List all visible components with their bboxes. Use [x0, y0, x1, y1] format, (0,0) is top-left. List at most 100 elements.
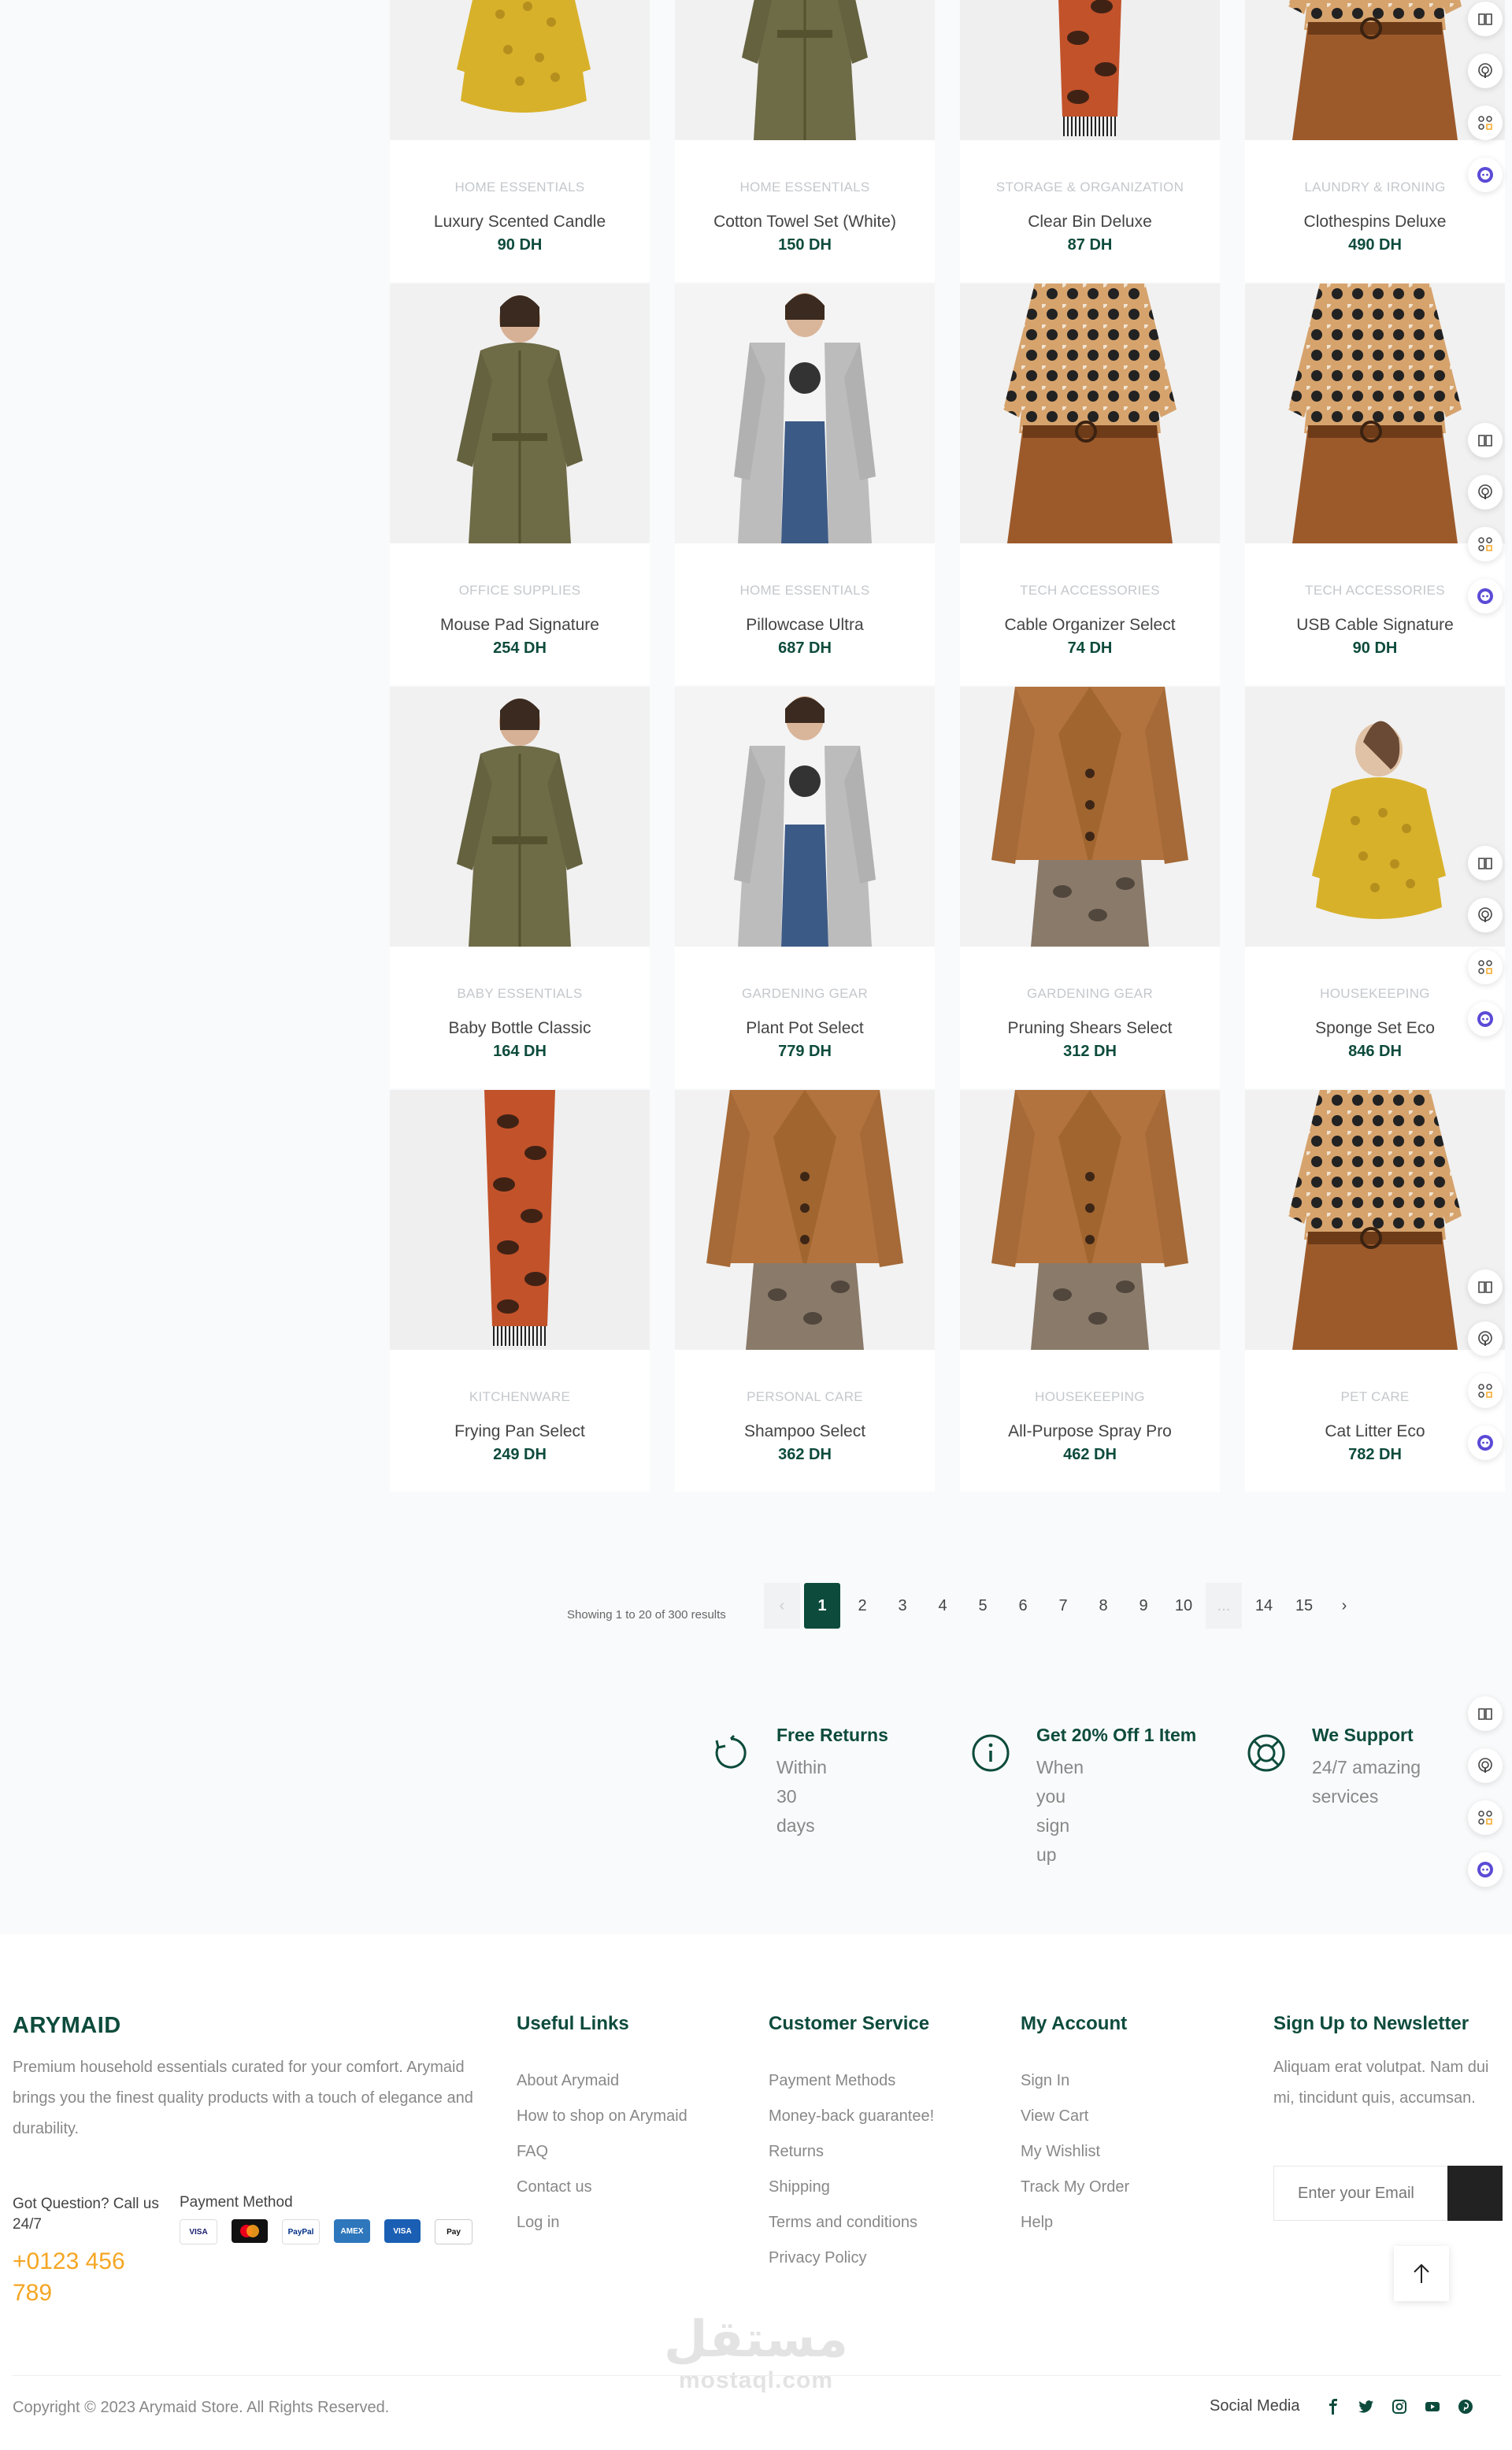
product-category[interactable]: GARDENING GEAR	[675, 986, 935, 1002]
product-image[interactable]	[960, 0, 1220, 140]
product-card[interactable]: GARDENING GEAR Plant Pot Select 779 DH	[675, 687, 935, 1088]
footer-link[interactable]: Payment Methods	[769, 2063, 934, 2099]
product-category[interactable]: HOUSEKEEPING	[960, 1389, 1220, 1405]
product-image[interactable]	[1245, 0, 1505, 140]
product-image[interactable]	[675, 687, 935, 947]
product-card[interactable]: PERSONAL CARE Shampoo Select 362 DH	[675, 1090, 935, 1492]
youtube-icon[interactable]	[1425, 2399, 1440, 2415]
apps-icon[interactable]	[1468, 1800, 1503, 1835]
product-image[interactable]	[1245, 284, 1505, 543]
product-card[interactable]: HOME ESSENTIALS Cotton Towel Set (White)…	[675, 0, 935, 282]
pagination-page-9[interactable]: 9	[1125, 1583, 1162, 1629]
facebook-icon[interactable]	[1325, 2398, 1341, 2415]
product-image[interactable]	[1245, 1090, 1505, 1350]
product-category[interactable]: TECH ACCESSORIES	[1245, 583, 1505, 599]
apps-icon[interactable]	[1468, 527, 1503, 562]
product-category[interactable]: TECH ACCESSORIES	[960, 583, 1220, 599]
product-card[interactable]: HOUSEKEEPING Sponge Set Eco 846 DH	[1245, 687, 1505, 1088]
product-category[interactable]: HOME ESSENTIALS	[675, 180, 935, 195]
product-category[interactable]: STORAGE & ORGANIZATION	[960, 180, 1220, 195]
product-title[interactable]: Plant Pot Select	[675, 1019, 935, 1038]
footer-link[interactable]: Track My Order	[1021, 2170, 1129, 2205]
footer-link[interactable]: About Arymaid	[517, 2063, 687, 2099]
apps-icon[interactable]	[1468, 106, 1503, 140]
bot-icon[interactable]	[1468, 158, 1503, 192]
footer-link[interactable]: View Cart	[1021, 2099, 1129, 2134]
book-icon[interactable]	[1468, 1269, 1503, 1304]
product-category[interactable]: HOUSEKEEPING	[1245, 986, 1505, 1002]
book-icon[interactable]	[1468, 2, 1503, 36]
book-icon[interactable]	[1468, 846, 1503, 880]
product-image[interactable]	[390, 284, 650, 543]
twitter-icon[interactable]	[1358, 2399, 1374, 2415]
bot-icon[interactable]	[1468, 1425, 1503, 1460]
podcast-icon[interactable]	[1468, 898, 1503, 932]
apps-icon[interactable]	[1468, 950, 1503, 984]
product-title[interactable]: Clear Bin Deluxe	[960, 213, 1220, 232]
product-title[interactable]: Mouse Pad Signature	[390, 616, 650, 635]
product-title[interactable]: Cable Organizer Select	[960, 616, 1220, 635]
product-category[interactable]: BABY ESSENTIALS	[390, 986, 650, 1002]
product-card[interactable]: HOME ESSENTIALS Pillowcase Ultra 687 DH	[675, 284, 935, 685]
product-title[interactable]: Shampoo Select	[675, 1422, 935, 1441]
product-card[interactable]: TECH ACCESSORIES Cable Organizer Select …	[960, 284, 1220, 685]
product-title[interactable]: Cat Litter Eco	[1245, 1422, 1505, 1441]
product-image[interactable]	[390, 0, 650, 140]
product-category[interactable]: GARDENING GEAR	[960, 986, 1220, 1002]
scroll-to-top-button[interactable]	[1394, 2246, 1449, 2301]
pagination-next-button[interactable]: ›	[1326, 1583, 1362, 1629]
product-title[interactable]: Pillowcase Ultra	[675, 616, 935, 635]
product-image[interactable]	[960, 1090, 1220, 1350]
product-title[interactable]: Frying Pan Select	[390, 1422, 650, 1441]
product-card[interactable]: GARDENING GEAR Pruning Shears Select 312…	[960, 687, 1220, 1088]
product-image[interactable]	[675, 284, 935, 543]
product-image[interactable]	[390, 1090, 650, 1350]
footer-link[interactable]: Privacy Policy	[769, 2241, 934, 2276]
footer-link[interactable]: My Wishlist	[1021, 2134, 1129, 2170]
footer-link[interactable]: Contact us	[517, 2170, 687, 2205]
product-category[interactable]: PERSONAL CARE	[675, 1389, 935, 1405]
product-image[interactable]	[675, 0, 935, 140]
product-category[interactable]: KITCHENWARE	[390, 1389, 650, 1405]
product-card[interactable]: BABY ESSENTIALS Baby Bottle Classic 164 …	[390, 687, 650, 1088]
footer-link[interactable]: How to shop on Arymaid	[517, 2099, 687, 2134]
product-category[interactable]: HOME ESSENTIALS	[675, 583, 935, 599]
footer-link[interactable]: Terms and conditions	[769, 2205, 934, 2241]
product-category[interactable]: HOME ESSENTIALS	[390, 180, 650, 195]
footer-link[interactable]: Sign In	[1021, 2063, 1129, 2099]
product-title[interactable]: Clothespins Deluxe	[1245, 213, 1505, 232]
product-image[interactable]	[960, 687, 1220, 947]
product-card[interactable]: PET CARE Cat Litter Eco 782 DH	[1245, 1090, 1505, 1492]
pagination-page-14[interactable]: 14	[1246, 1583, 1282, 1629]
product-card[interactable]: OFFICE SUPPLIES Mouse Pad Signature 254 …	[390, 284, 650, 685]
newsletter-submit-button[interactable]	[1447, 2166, 1503, 2221]
support-phone[interactable]: +0123 456 789	[13, 2246, 139, 2309]
product-card[interactable]: HOUSEKEEPING All-Purpose Spray Pro 462 D…	[960, 1090, 1220, 1492]
footer-link[interactable]: Help	[1021, 2205, 1129, 2241]
footer-link[interactable]: Shipping	[769, 2170, 934, 2205]
pagination-page-6[interactable]: 6	[1005, 1583, 1041, 1629]
pagination-page-3[interactable]: 3	[884, 1583, 921, 1629]
podcast-icon[interactable]	[1468, 475, 1503, 510]
pinterest-icon[interactable]	[1458, 2399, 1473, 2415]
product-category[interactable]: PET CARE	[1245, 1389, 1505, 1405]
footer-link[interactable]: Returns	[769, 2134, 934, 2170]
pagination-page-4[interactable]: 4	[925, 1583, 961, 1629]
product-image[interactable]	[390, 687, 650, 947]
product-image[interactable]	[1245, 687, 1505, 947]
footer-link[interactable]: FAQ	[517, 2134, 687, 2170]
podcast-icon[interactable]	[1468, 1321, 1503, 1356]
podcast-icon[interactable]	[1468, 1748, 1503, 1783]
pagination-page-10[interactable]: 10	[1166, 1583, 1202, 1629]
podcast-icon[interactable]	[1468, 54, 1503, 88]
product-title[interactable]: USB Cable Signature	[1245, 616, 1505, 635]
product-title[interactable]: Sponge Set Eco	[1245, 1019, 1505, 1038]
pagination-page-1[interactable]: 1	[804, 1583, 840, 1629]
book-icon[interactable]	[1468, 423, 1503, 458]
product-card[interactable]: LAUNDRY & IRONING Clothespins Deluxe 490…	[1245, 0, 1505, 282]
product-title[interactable]: All-Purpose Spray Pro	[960, 1422, 1220, 1441]
pagination-page-2[interactable]: 2	[844, 1583, 880, 1629]
product-title[interactable]: Baby Bottle Classic	[390, 1019, 650, 1038]
product-category[interactable]: OFFICE SUPPLIES	[390, 583, 650, 599]
product-image[interactable]	[960, 284, 1220, 543]
